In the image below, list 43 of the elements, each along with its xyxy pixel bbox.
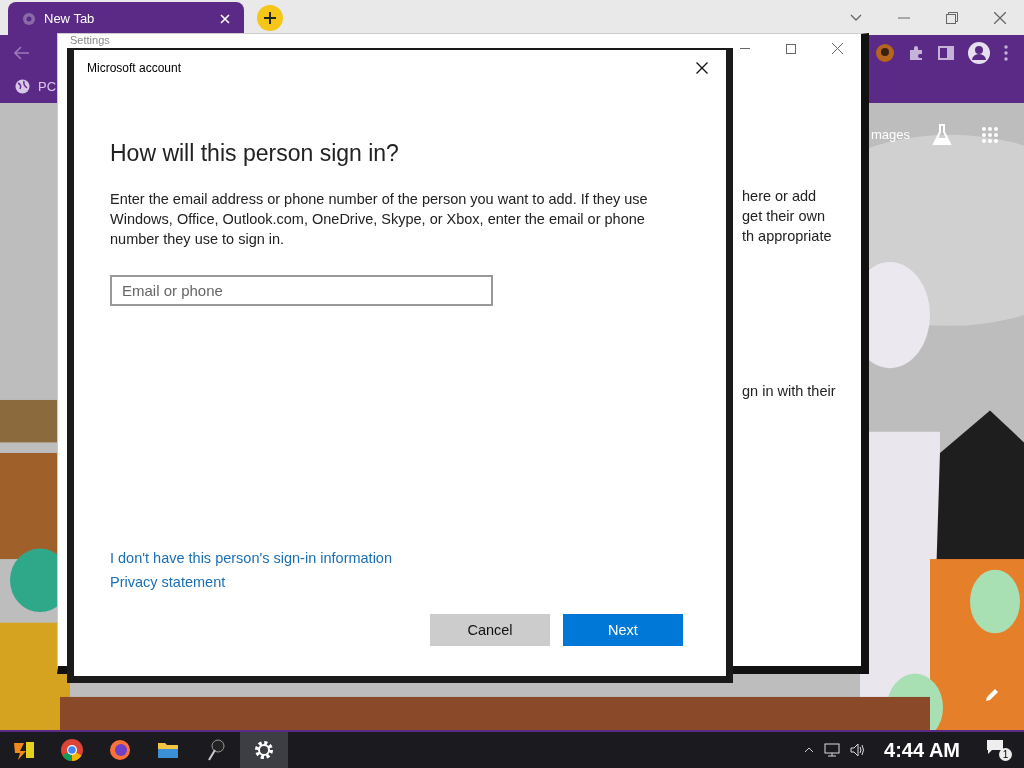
speaker-icon[interactable] bbox=[850, 743, 867, 757]
back-arrow-icon[interactable] bbox=[14, 45, 30, 60]
game-icon bbox=[12, 739, 36, 761]
body-text: here or add bbox=[742, 187, 817, 206]
taskbar-button[interactable] bbox=[240, 732, 288, 768]
description-text: Enter the email address or phone number of the person you want to add. If they use Windows, Office, Outlook.com, OneDrive, Skype, or Xbox, enter the email or phone number they use to sign in. bbox=[110, 190, 649, 249]
new-tab-button[interactable] bbox=[257, 4, 283, 31]
body-text: th appropriate bbox=[742, 227, 832, 246]
browser-icon bbox=[61, 739, 83, 761]
restore-icon[interactable] bbox=[946, 11, 958, 24]
email-field[interactable]: Email or phone bbox=[110, 275, 493, 306]
window-title: Settings bbox=[70, 34, 110, 47]
globe-icon bbox=[22, 11, 36, 26]
maximize-icon[interactable] bbox=[786, 43, 796, 54]
close-icon[interactable] bbox=[696, 62, 708, 74]
clock[interactable]: 4:44 AM bbox=[884, 738, 960, 762]
body-text: get their own bbox=[742, 207, 826, 226]
message-icon bbox=[986, 739, 1004, 755]
side-panel-icon[interactable] bbox=[938, 45, 954, 60]
fox-icon bbox=[109, 739, 131, 761]
notification-button[interactable]: 1 bbox=[986, 739, 1012, 761]
globe-icon bbox=[15, 79, 30, 94]
text-link[interactable]: I don't have this person's sign-in information bbox=[110, 550, 392, 566]
dialog-heading: How will this person sign in? bbox=[110, 140, 400, 167]
dialog-title: Microsoft account bbox=[87, 61, 183, 75]
puzzle-icon[interactable] bbox=[908, 44, 924, 61]
chevron-icon[interactable] bbox=[850, 13, 862, 22]
avatar-icon[interactable] bbox=[876, 43, 894, 62]
pencil-icon[interactable] bbox=[985, 688, 999, 702]
next-button[interactable]: Next bbox=[563, 614, 683, 646]
body-text: gn in with their bbox=[742, 382, 836, 401]
chevron-up-icon[interactable] bbox=[804, 747, 815, 753]
tab-title: New Tab bbox=[44, 11, 96, 26]
menu-icon[interactable] bbox=[1004, 44, 1008, 61]
network-icon[interactable] bbox=[824, 743, 841, 757]
profile-icon[interactable] bbox=[968, 41, 990, 64]
bookmark-link[interactable]: PC bbox=[15, 79, 57, 94]
settings-icon bbox=[254, 740, 274, 760]
browser-tab[interactable]: New Tab bbox=[8, 2, 244, 35]
folder-icon bbox=[157, 741, 179, 759]
notification-badge: 1 bbox=[999, 748, 1012, 761]
text-link[interactable]: Privacy statement bbox=[110, 574, 226, 590]
cancel-button[interactable]: Cancel bbox=[430, 614, 550, 646]
